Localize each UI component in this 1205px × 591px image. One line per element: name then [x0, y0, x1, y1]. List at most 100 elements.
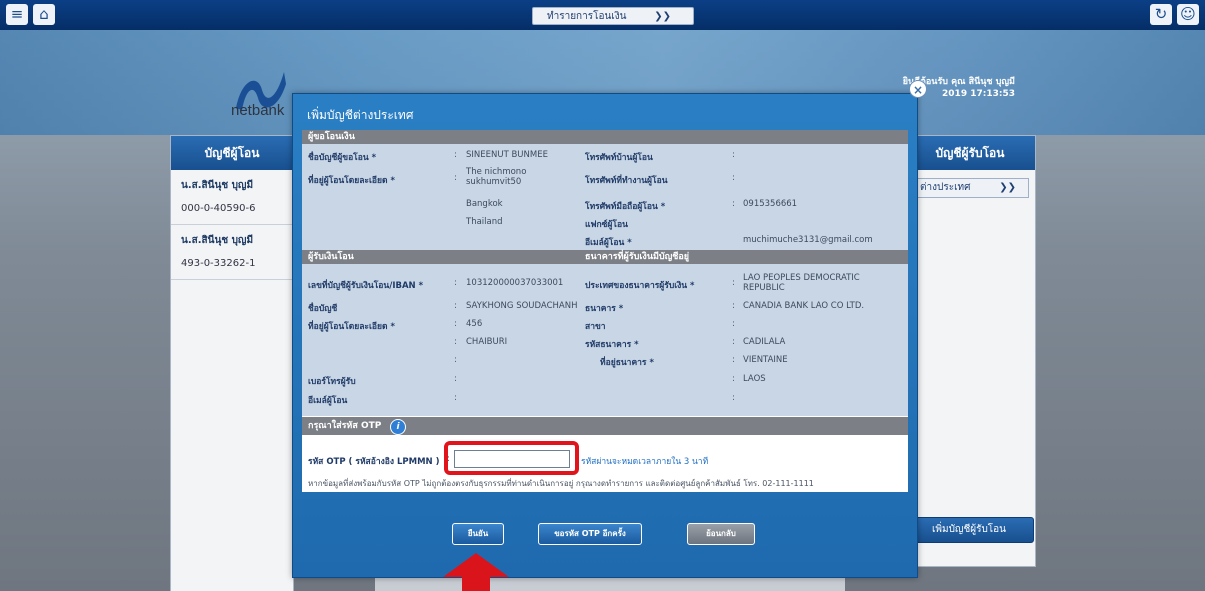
dialog-title: เพิ่มบัญชีต่างประเทศ: [307, 108, 414, 122]
highlight-box: [444, 441, 579, 475]
field-colon: :: [454, 150, 457, 160]
field-label: ชื่อบัญชีผู้ขอโอน *: [308, 153, 377, 163]
field-value: LAO PEOPLES DEMOCRATIC: [743, 273, 860, 283]
field-colon: :: [454, 374, 457, 384]
field-value: 456: [466, 319, 483, 329]
account-name: น.ส.สินีนุช บุญมี: [181, 180, 254, 191]
field-colon: :: [732, 150, 735, 160]
section-header-recipient: ผู้รับเงินโอน ธนาคารที่ผู้รับเงินมีบัญชี…: [302, 250, 908, 264]
source-accounts-panel: บัญชีผู้โอน น.ส.สินีนุช บุญมี 000-0-4059…: [170, 135, 294, 591]
section-header-sender: ผู้ขอโอนเงิน: [302, 130, 908, 144]
banking-screen: ≡ ⌂ ทำรายการโอนเงิน ❯❯ ↻ ☺ netbank ยินดี…: [0, 0, 1205, 591]
field-value: REPUBLIC: [743, 283, 785, 293]
dialog-content: ผู้ขอโอนเงิน ชื่อบัญชีผู้ขอโอน * : SINEE…: [302, 130, 908, 492]
transaction-menu-label: ทำรายการโอนเงิน: [547, 11, 627, 22]
field-value: SINEENUT BUNMEE: [466, 150, 548, 160]
field-value: sukhumvit50: [466, 177, 522, 187]
field-label: เลขที่บัญชีผู้รับเงินโอน/IBAN *: [308, 281, 424, 291]
field-colon: :: [454, 393, 457, 403]
panel-title: บัญชีผู้โอน: [171, 136, 293, 170]
section-title: กรุณาใส่รหัส OTP: [308, 421, 382, 431]
field-label: สาขา: [585, 322, 606, 332]
destination-accounts-panel: บัญชีผู้รับโอน ต่างประเทศ ❯❯: [904, 135, 1036, 567]
field-colon: :: [732, 393, 735, 403]
destination-type-value: ต่างประเทศ: [920, 182, 971, 193]
add-foreign-account-dialog: เพิ่มบัญชีต่างประเทศ ผู้ขอโอนเงิน ชื่อบั…: [292, 93, 918, 578]
chevron-down-icon: ❯❯: [654, 11, 671, 22]
field-value: muchimuche3131@gmail.com: [743, 235, 873, 245]
top-bar: ≡ ⌂ ทำรายการโอนเงิน ❯❯ ↻ ☺: [0, 0, 1205, 30]
field-label: แฟกซ์ผู้โอน: [585, 220, 628, 230]
field-colon: :: [454, 319, 457, 329]
field-value: The nichmono: [466, 167, 527, 177]
field-value: 103120000037033001: [466, 278, 564, 288]
field-label: ที่อยู่ธนาคาร *: [600, 358, 654, 368]
otp-help-text: หากข้อมูลที่ส่งพร้อมกับรหัส OTP ไม่ถูกต้…: [308, 479, 814, 488]
field-colon: :: [454, 173, 457, 183]
otp-entry-row: รหัส OTP ( รหัสอ้างอิง LPMMN ) : รหัสผ่า…: [302, 441, 908, 492]
field-value: Bangkok: [466, 199, 503, 209]
confirm-button[interactable]: ยืนยัน: [452, 523, 504, 545]
field-label: ประเทศของธนาคารผู้รับเงิน *: [585, 281, 695, 291]
add-recipient-button[interactable]: เพิ่มบัญชีผู้รับโอน: [904, 517, 1034, 543]
section-title: ธนาคารที่ผู้รับเงินมีบัญชีอยู่: [585, 252, 690, 262]
section-title: ผู้รับเงินโอน: [308, 252, 354, 262]
field-label: เบอร์โทรผู้รับ: [308, 377, 356, 387]
field-value: VIENTAINE: [743, 355, 788, 365]
field-colon: :: [732, 301, 735, 311]
resend-otp-button[interactable]: ขอรหัส OTP อีกครั้ง: [538, 523, 642, 545]
section-header-otp: กรุณาใส่รหัส OTP i: [302, 417, 908, 435]
field-value: SAYKHONG SOUDACHANH: [466, 301, 578, 311]
field-colon: :: [732, 173, 735, 183]
field-colon: :: [732, 374, 735, 384]
field-label: อีเมล์ผู้โอน: [308, 396, 348, 406]
field-colon: :: [732, 278, 735, 288]
account-item[interactable]: น.ส.สินีนุช บุญมี 493-0-33262-1: [171, 225, 293, 280]
field-label: รหัสธนาคาร *: [585, 340, 639, 350]
arrow-up-icon: [443, 553, 509, 591]
otp-timeout-note: รหัสผ่านจะหมดเวลาภายใน 3 นาที: [581, 457, 709, 467]
field-value: CANADIA BANK LAO CO LTD.: [743, 301, 865, 311]
home-icon[interactable]: ⌂: [33, 4, 55, 25]
otp-label: รหัส OTP ( รหัสอ้างอิง LPMMN ): [308, 457, 440, 467]
field-colon: :: [454, 301, 457, 311]
field-label: อีเมล์ผู้โอน *: [585, 238, 632, 248]
field-colon: :: [454, 337, 457, 347]
field-label: ชื่อบัญชี: [308, 304, 338, 314]
field-value: LAOS: [743, 374, 766, 384]
recipient-details: เลขที่บัญชีผู้รับเงินโอน/IBAN * : 103120…: [302, 264, 908, 416]
field-value: CHAIBURI: [466, 337, 508, 347]
panel-title: บัญชีผู้รับโอน: [905, 136, 1035, 170]
sender-details: ชื่อบัญชีผู้ขอโอน * : SINEENUT BUNMEE โท…: [302, 144, 908, 250]
field-colon: :: [454, 355, 457, 365]
account-item[interactable]: น.ส.สินีนุช บุญมี 000-0-40590-6: [171, 170, 293, 225]
logo-text: netbank: [231, 102, 285, 119]
field-label: ธนาคาร *: [585, 304, 624, 314]
field-label: ที่อยู่ผู้โอนโดยละเอียด *: [308, 176, 395, 186]
hamburger-icon[interactable]: ≡: [6, 4, 28, 25]
account-name: น.ส.สินีนุช บุญมี: [181, 235, 254, 246]
field-colon: :: [732, 199, 735, 209]
field-label: โทรศัพท์ที่ทำงานผู้โอน: [585, 176, 668, 186]
section-title: ผู้ขอโอนเงิน: [308, 132, 355, 142]
field-colon: :: [732, 337, 735, 347]
field-colon: :: [454, 278, 457, 288]
field-label: โทรศัพท์บ้านผู้โอน: [585, 153, 653, 163]
destination-type-select[interactable]: ต่างประเทศ ❯❯: [911, 178, 1029, 198]
account-number: 000-0-40590-6: [181, 203, 256, 214]
field-label: โทรศัพท์มือถือผู้โอน *: [585, 202, 666, 212]
transaction-menu-dropdown[interactable]: ทำรายการโอนเงิน ❯❯: [532, 7, 694, 25]
close-icon[interactable]: ×: [909, 80, 927, 98]
field-value: Thailand: [466, 217, 503, 227]
field-value: 0915356661: [743, 199, 798, 209]
account-number: 493-0-33262-1: [181, 258, 256, 269]
field-value: CADILALA: [743, 337, 786, 347]
field-colon: :: [732, 319, 735, 329]
field-colon: :: [732, 355, 735, 365]
back-button[interactable]: ย้อนกลับ: [687, 523, 755, 545]
refresh-icon[interactable]: ↻: [1150, 4, 1172, 25]
field-label: ที่อยู่ผู้โอนโดยละเอียด *: [308, 322, 395, 332]
info-icon[interactable]: i: [390, 419, 406, 435]
chevron-down-icon: ❯❯: [999, 182, 1016, 193]
profile-icon[interactable]: ☺: [1177, 4, 1199, 25]
